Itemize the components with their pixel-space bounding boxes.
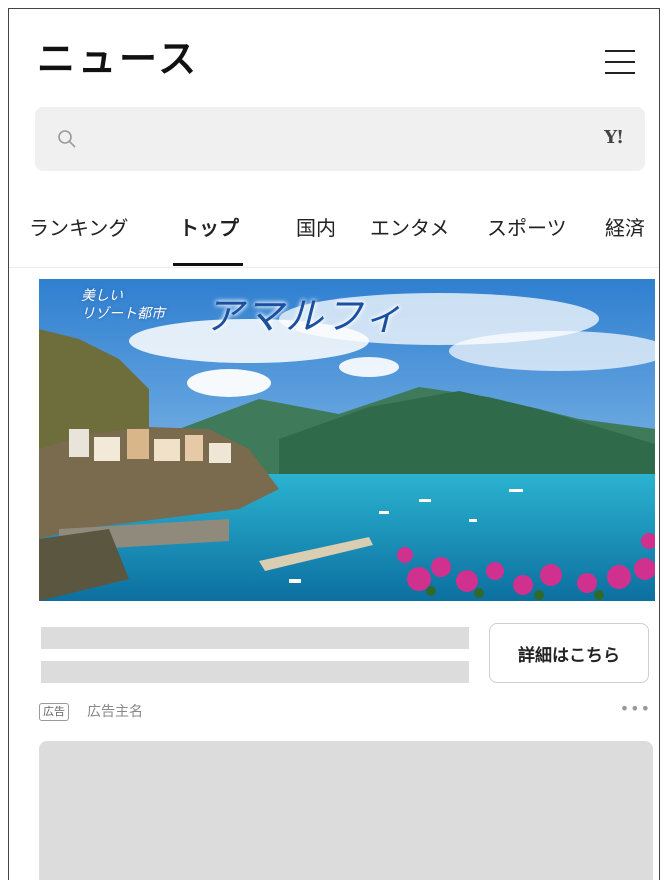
tab-entertainment[interactable]: エンタメ: [370, 213, 449, 243]
banner-subtitle: 美しい リゾート都市: [81, 288, 165, 322]
page-title: ニュース: [37, 37, 200, 81]
search-input[interactable]: [91, 119, 555, 161]
active-tab-indicator: [173, 263, 243, 266]
ad-image-placeholder[interactable]: [39, 741, 653, 880]
more-dots-icon[interactable]: •••: [620, 699, 651, 718]
ad-headline-placeholder: [41, 627, 469, 649]
app-frame: ニュース Y! ランキング トップ 国内 エンタメ スポーツ 経済 美しい リゾ…: [8, 8, 660, 880]
details-button[interactable]: 詳細はこちら: [489, 623, 649, 683]
search-icon: [58, 130, 76, 148]
tab-sports[interactable]: スポーツ: [487, 213, 567, 243]
search-bar[interactable]: Y!: [35, 107, 645, 171]
tab-top[interactable]: トップ: [179, 213, 239, 243]
tab-domestic[interactable]: 国内: [296, 213, 336, 243]
banner-title: アマルフィ: [205, 294, 405, 338]
advertiser-name: 広告主名: [87, 704, 143, 720]
yahoo-logo: Y!: [604, 127, 624, 148]
header: ニュース: [9, 9, 659, 101]
ad-description-placeholder: [41, 661, 469, 683]
ad-meta-row: 広告 広告主名 •••: [39, 699, 651, 725]
tab-ranking[interactable]: ランキング: [29, 213, 128, 243]
ad-banner-image[interactable]: 美しい リゾート都市 アマルフィ: [39, 279, 655, 601]
category-tabs: ランキング トップ 国内 エンタメ スポーツ 経済: [9, 205, 659, 268]
ad-badge: 広告: [39, 703, 69, 721]
tab-economy[interactable]: 経済: [605, 213, 645, 243]
hamburger-menu-icon[interactable]: [605, 49, 635, 75]
